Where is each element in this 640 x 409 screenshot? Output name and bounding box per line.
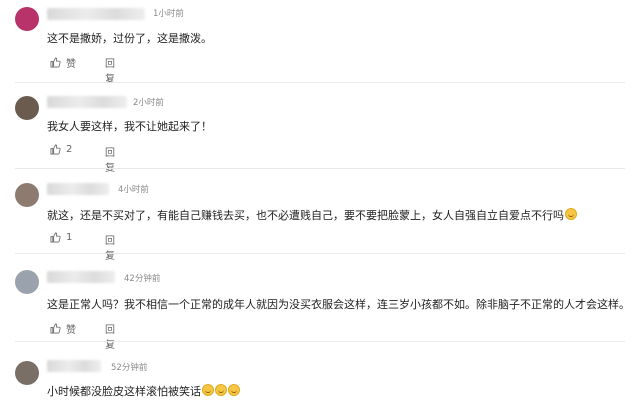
smiley-emoji-icon: [215, 384, 227, 396]
comment-item: 1小时前 这不是撒娇，过份了，这是撒泼。 赞 回复: [0, 0, 640, 85]
like-count: 2: [66, 144, 73, 155]
reply-button[interactable]: 回复: [105, 55, 115, 85]
username-blurred[interactable]: [47, 8, 145, 20]
comment-text: 我女人要这样，我不让她起来了！: [47, 120, 212, 133]
comment-text: 就这，还是不买对了，有能自己赚钱去买，也不必遭贱自己，要不要把脸蒙上，女人自强自…: [47, 207, 577, 223]
comment-time: 2小时前: [133, 98, 164, 108]
username-blurred[interactable]: [47, 96, 127, 108]
thumbs-up-icon: [50, 323, 61, 334]
smiley-emoji-icon: [565, 208, 577, 220]
like-count: 1: [66, 232, 73, 243]
avatar[interactable]: [15, 96, 39, 120]
comment-item: 2小时前 我女人要这样，我不让她起来了！ 2 回复: [0, 83, 640, 174]
comment-time: 52分钟前: [111, 363, 148, 373]
comment-text: 这不是撒娇，过份了，这是撒泼。: [47, 32, 212, 45]
comment-time: 42分钟前: [124, 274, 161, 284]
comment-item: 42分钟前 这是正常人吗？我不相信一个正常的成年人就因为没买衣服会这样，连三岁小…: [0, 254, 640, 351]
like-button[interactable]: 赞: [50, 55, 76, 70]
comment-item: 52分钟前 小时候都没脸皮这样滚怕被笑话: [0, 342, 640, 409]
comment-text: 小时候都没脸皮这样滚怕被笑话: [47, 383, 240, 399]
like-button[interactable]: 1: [50, 232, 72, 243]
like-count: 赞: [66, 59, 76, 70]
avatar[interactable]: [15, 183, 39, 207]
comment-text-content: 小时候都没脸皮这样滚怕被笑话: [47, 385, 201, 398]
comment-text-content: 就这，还是不买对了，有能自己赚钱去买，也不必遭贱自己，要不要把脸蒙上，女人自强自…: [47, 209, 564, 222]
like-button[interactable]: 赞: [50, 321, 76, 336]
comment-time: 1小时前: [153, 9, 184, 19]
avatar[interactable]: [15, 270, 39, 294]
like-button[interactable]: 2: [50, 144, 72, 155]
comment-text: 这是正常人吗？我不相信一个正常的成年人就因为没买衣服会这样，连三岁小孩都不如。除…: [47, 298, 630, 311]
thumbs-up-icon: [50, 144, 61, 155]
username-blurred[interactable]: [47, 360, 101, 372]
thumbs-up-icon: [50, 232, 61, 243]
username-blurred[interactable]: [47, 183, 109, 195]
smiley-emoji-icon: [228, 384, 240, 396]
thumbs-up-icon: [50, 57, 61, 68]
smiley-emoji-icon: [202, 384, 214, 396]
comment-time: 4小时前: [118, 185, 149, 195]
like-count: 赞: [66, 325, 76, 336]
username-blurred[interactable]: [47, 271, 115, 283]
comment-item: 4小时前 就这，还是不买对了，有能自己赚钱去买，也不必遭贱自己，要不要把脸蒙上，…: [0, 169, 640, 262]
avatar[interactable]: [15, 7, 39, 31]
avatar[interactable]: [15, 361, 39, 385]
